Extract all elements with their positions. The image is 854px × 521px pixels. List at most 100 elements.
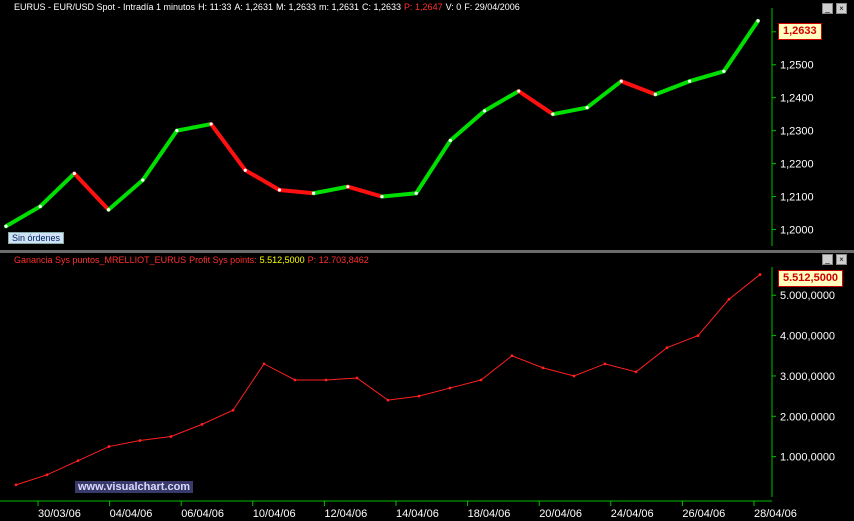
equity-tick-label: 3.000,0000	[780, 371, 835, 383]
price-point	[551, 112, 555, 116]
equity-point	[231, 408, 235, 412]
price-segment	[585, 79, 624, 110]
equity-panel: 1.000,0000 2.000,0000 3.000,0000 4.000,0000…	[0, 253, 854, 500]
equity-point	[417, 394, 421, 398]
header-field: A: 1,2631	[234, 2, 273, 12]
price-point	[346, 185, 350, 189]
equity-tick-label: 1.000,0000	[780, 452, 835, 464]
price-segment	[72, 171, 111, 212]
price-last-value-badge: 1,2633	[778, 23, 822, 40]
equity-point	[355, 376, 359, 380]
equity-point	[665, 346, 669, 350]
time-tick-label: 04/04/06	[110, 508, 153, 520]
minimize-button[interactable]: _	[822, 254, 833, 265]
equity-point	[138, 439, 142, 442]
equity-point	[14, 483, 18, 487]
price-point	[448, 138, 452, 143]
header-field: H: 11:33	[198, 2, 232, 12]
price-segment	[619, 79, 658, 97]
price-segment	[4, 204, 43, 229]
price-tick-label: 1,2300	[780, 126, 814, 138]
price-point	[653, 92, 658, 96]
price-point	[38, 204, 42, 209]
time-tick-label: 30/03/06	[38, 508, 81, 520]
price-tick-label: 1,2100	[780, 192, 814, 204]
price-segment	[721, 18, 760, 74]
price-point	[585, 105, 589, 110]
time-axis: 30/03/06 04/04/06 06/04/06 10/04/06 12/04/06…	[0, 500, 854, 521]
price-segment	[106, 178, 145, 212]
header-field: Ganancia Sys puntos_MRELLIOT_EURUS	[14, 255, 187, 265]
equity-line	[15, 274, 761, 486]
header-field: Profit Sys points:	[189, 255, 257, 265]
price-tick-label: 1,2000	[780, 225, 814, 237]
price-segment	[243, 168, 282, 192]
equity-point	[293, 378, 297, 382]
equity-tick-label: 2.000,0000	[780, 411, 835, 423]
price-segment	[414, 138, 453, 196]
price-segment	[277, 187, 316, 196]
time-tick-label: 06/04/06	[181, 508, 224, 520]
equity-point	[634, 370, 638, 374]
price-chart-svg: 1,20001,21001,22001,23001,24001,25001,26…	[4, 8, 814, 246]
header-field: EURUS - EUR/USD Spot - Intradía 1 minuto…	[14, 2, 196, 12]
price-segment	[209, 122, 248, 173]
price-point	[175, 129, 179, 133]
price-segment	[345, 184, 384, 199]
equity-point	[727, 297, 731, 301]
header-field: V: 0	[445, 2, 462, 12]
equity-point	[324, 378, 328, 382]
price-point	[312, 191, 316, 195]
price-point	[4, 224, 8, 228]
price-point	[688, 79, 692, 83]
equity-last-value-badge: 5.512,5000	[778, 270, 844, 287]
equity-point	[169, 435, 173, 438]
header-field: m: 1,2631	[318, 2, 360, 12]
equity-tick-label: 4.000,0000	[780, 331, 835, 343]
close-button[interactable]: ×	[836, 254, 847, 265]
price-header: EURUS - EUR/USD Spot - Intradía 1 minuto…	[14, 2, 523, 12]
minimize-button[interactable]: _	[822, 3, 833, 14]
header-field: C: 1,2633	[362, 2, 402, 12]
equity-point	[107, 445, 111, 448]
equity-header: Ganancia Sys puntos_MRELLIOT_EURUS Profit…	[14, 255, 372, 265]
equity-point	[603, 362, 607, 366]
equity-point	[200, 422, 204, 426]
price-point	[517, 89, 521, 93]
price-segment	[516, 89, 555, 117]
equity-point	[262, 362, 266, 366]
equity-point	[45, 473, 49, 477]
time-axis-svg: 30/03/06 04/04/06 06/04/06 10/04/06 12/04/06…	[0, 500, 797, 520]
price-segment	[482, 89, 521, 113]
visualchart-watermark: www.visualchart.com	[75, 481, 194, 493]
price-tick-label: 1,2200	[780, 159, 814, 171]
price-point	[106, 208, 111, 212]
time-tick-label: 14/04/06	[396, 508, 439, 520]
price-segment	[550, 105, 590, 117]
price-segment	[311, 184, 350, 196]
header-field: P: 12.703,8462	[307, 255, 369, 265]
header-field: M: 1,2633	[275, 2, 316, 12]
price-point	[482, 109, 487, 113]
price-segment	[174, 122, 214, 133]
header-field: P: 1,2647	[404, 2, 443, 12]
price-segment	[38, 171, 77, 209]
time-tick-label: 12/04/06	[324, 508, 367, 520]
time-tick-label: 20/04/06	[539, 508, 582, 520]
price-segment	[448, 108, 487, 143]
price-segment	[653, 79, 692, 97]
price-point	[619, 79, 623, 83]
price-point	[722, 69, 726, 73]
price-point	[72, 171, 76, 176]
equity-point	[572, 374, 576, 378]
price-point	[141, 178, 145, 182]
close-button[interactable]: ×	[836, 3, 847, 14]
price-point	[756, 19, 760, 23]
time-tick-label: 10/04/06	[253, 508, 296, 520]
equity-point	[510, 354, 514, 358]
price-segment	[140, 128, 179, 183]
header-field: F: 29/04/2006	[464, 2, 520, 12]
time-tick-label: 24/04/06	[611, 508, 654, 520]
equity-point	[758, 273, 762, 276]
equity-point	[541, 366, 545, 370]
